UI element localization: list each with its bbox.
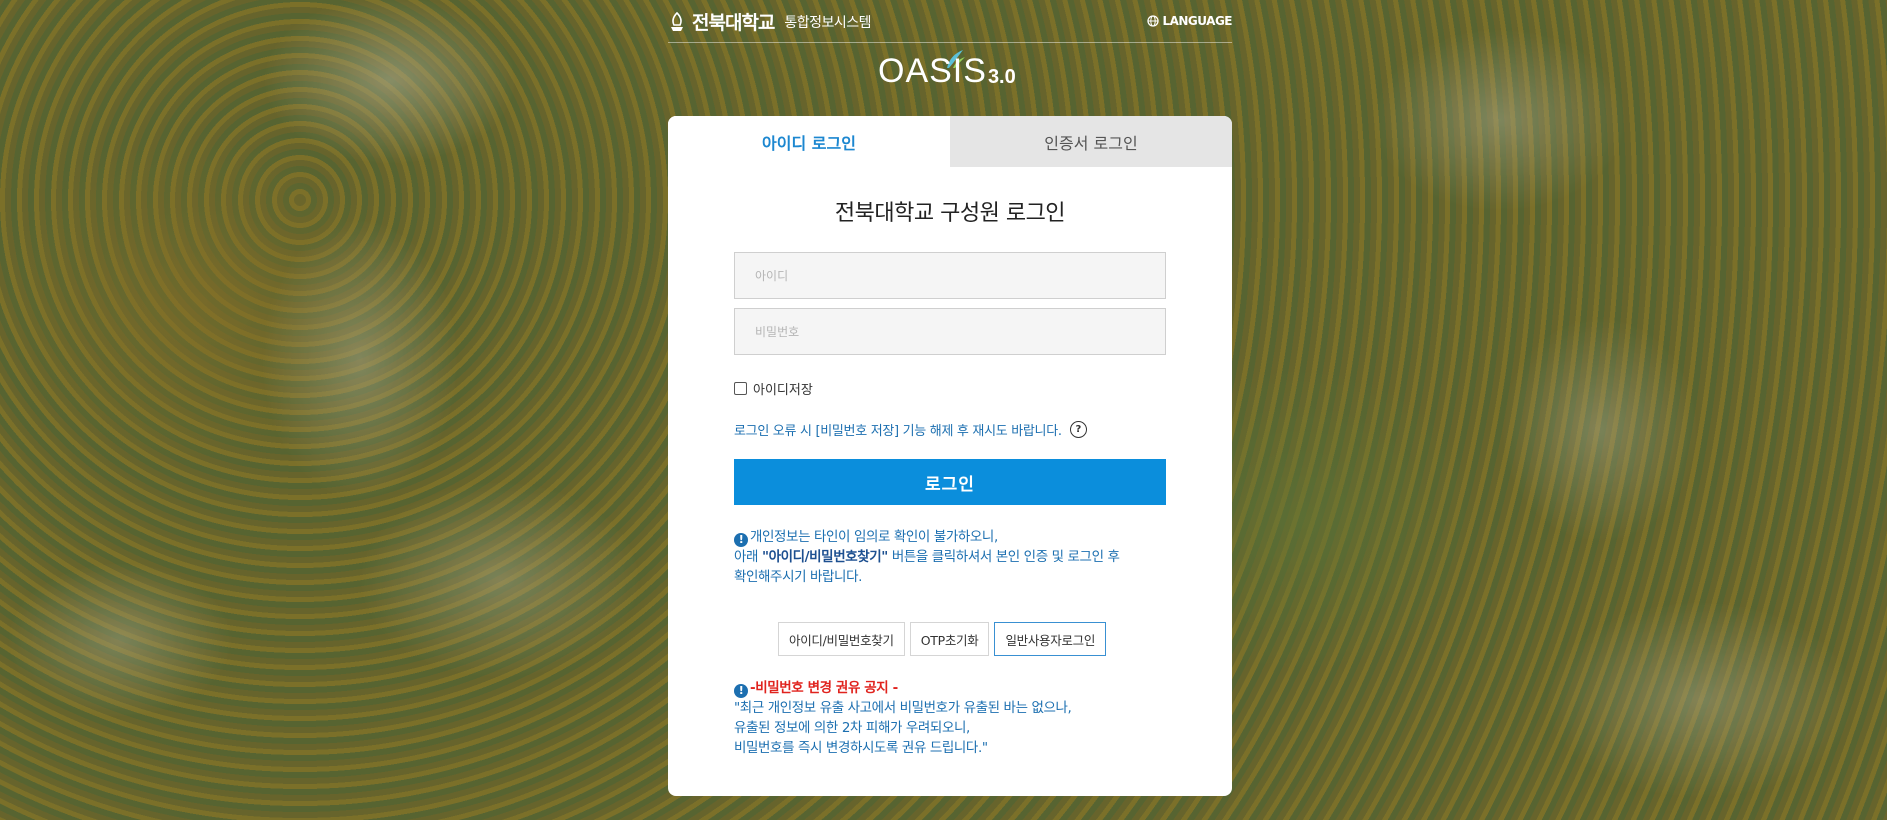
warning-title: -비밀번호 변경 권유 공지 - — [750, 680, 898, 696]
password-change-notice: ! -비밀번호 변경 권유 공지 - "최근 개인정보 유출 사고에서 비밀번호가… — [734, 678, 1072, 758]
university-emblem-icon — [671, 11, 683, 31]
general-user-login-button[interactable]: 일반사용자로그인 — [994, 622, 1107, 656]
language-selector[interactable]: LANGUAGE — [1147, 14, 1232, 28]
auxiliary-buttons: 아이디/비밀번호찾기 OTP초기화 일반사용자로그인 — [778, 622, 1107, 656]
privacy-info: ! 개인정보는 타인이 임의로 확인이 불가하오니, 아래 "아이디/비밀번호찾기… — [734, 527, 1166, 587]
save-id-checkbox[interactable] — [734, 382, 747, 395]
warning-line3: 비밀번호를 즉시 변경하시도록 권유 드립니다." — [734, 740, 988, 756]
oasis-version: 3.0 — [987, 66, 1016, 88]
warning-line1: "최근 개인정보 유출 사고에서 비밀번호가 유출된 바는 없으나, — [734, 700, 1072, 716]
language-label: LANGUAGE — [1162, 14, 1232, 28]
tab-certificate-login[interactable]: 인증서 로그인 — [950, 116, 1232, 167]
otp-reset-button[interactable]: OTP초기화 — [909, 622, 990, 656]
oasis-logo-text: OASIS — [878, 52, 987, 90]
info-line2-prefix: 아래 — [734, 549, 762, 565]
password-input[interactable] — [734, 308, 1166, 355]
globe-icon — [1147, 15, 1160, 27]
login-button[interactable]: 로그인 — [734, 459, 1166, 505]
info-line2-suffix: 버튼을 클릭하셔서 본인 인증 및 로그인 후 — [887, 549, 1120, 565]
info-line2-bold: "아이디/비밀번호찾기" — [761, 549, 888, 565]
login-error-notice: 로그인 오류 시 [비밀번호 저장] 기능 해제 후 재시도 바랍니다. ? — [734, 420, 1166, 439]
info-line1: 개인정보는 타인이 임의로 확인이 불가하오니, — [750, 529, 998, 545]
warning-exclamation-icon: ! — [734, 684, 748, 698]
id-input[interactable] — [734, 252, 1166, 299]
university-brand[interactable]: 전북대학교 통합정보시스템 — [668, 8, 872, 35]
save-id-label: 아이디저장 — [753, 383, 813, 398]
login-form: 아이디저장 로그인 오류 시 [비밀번호 저장] 기능 해제 후 재시도 바랍니… — [734, 252, 1166, 587]
login-error-notice-text: 로그인 오류 시 [비밀번호 저장] 기능 해제 후 재시도 바랍니다. — [734, 424, 1062, 439]
save-id-row[interactable]: 아이디저장 — [734, 379, 1166, 398]
find-id-password-button[interactable]: 아이디/비밀번호찾기 — [778, 622, 905, 656]
top-bar: 전북대학교 통합정보시스템 LANGUAGE — [668, 0, 1232, 43]
university-name: 전북대학교 — [692, 12, 775, 34]
help-icon[interactable]: ? — [1069, 421, 1087, 438]
warning-line2: 유출된 정보에 의한 2차 피해가 우려되오니, — [734, 720, 970, 736]
info-line3: 확인해주시기 바랍니다. — [734, 569, 862, 585]
login-title: 전북대학교 구성원 로그인 — [834, 201, 1066, 226]
login-tabs: 아이디 로그인 인증서 로그인 — [668, 116, 1232, 167]
info-exclamation-icon: ! — [734, 533, 748, 547]
login-card: 아이디 로그인 인증서 로그인 전북대학교 구성원 로그인 아이디저장 로그인 … — [668, 116, 1232, 796]
tab-id-login[interactable]: 아이디 로그인 — [668, 116, 950, 167]
system-name: 통합정보시스템 — [784, 14, 872, 31]
oasis-logo: OASIS 3.0 — [878, 52, 1016, 91]
